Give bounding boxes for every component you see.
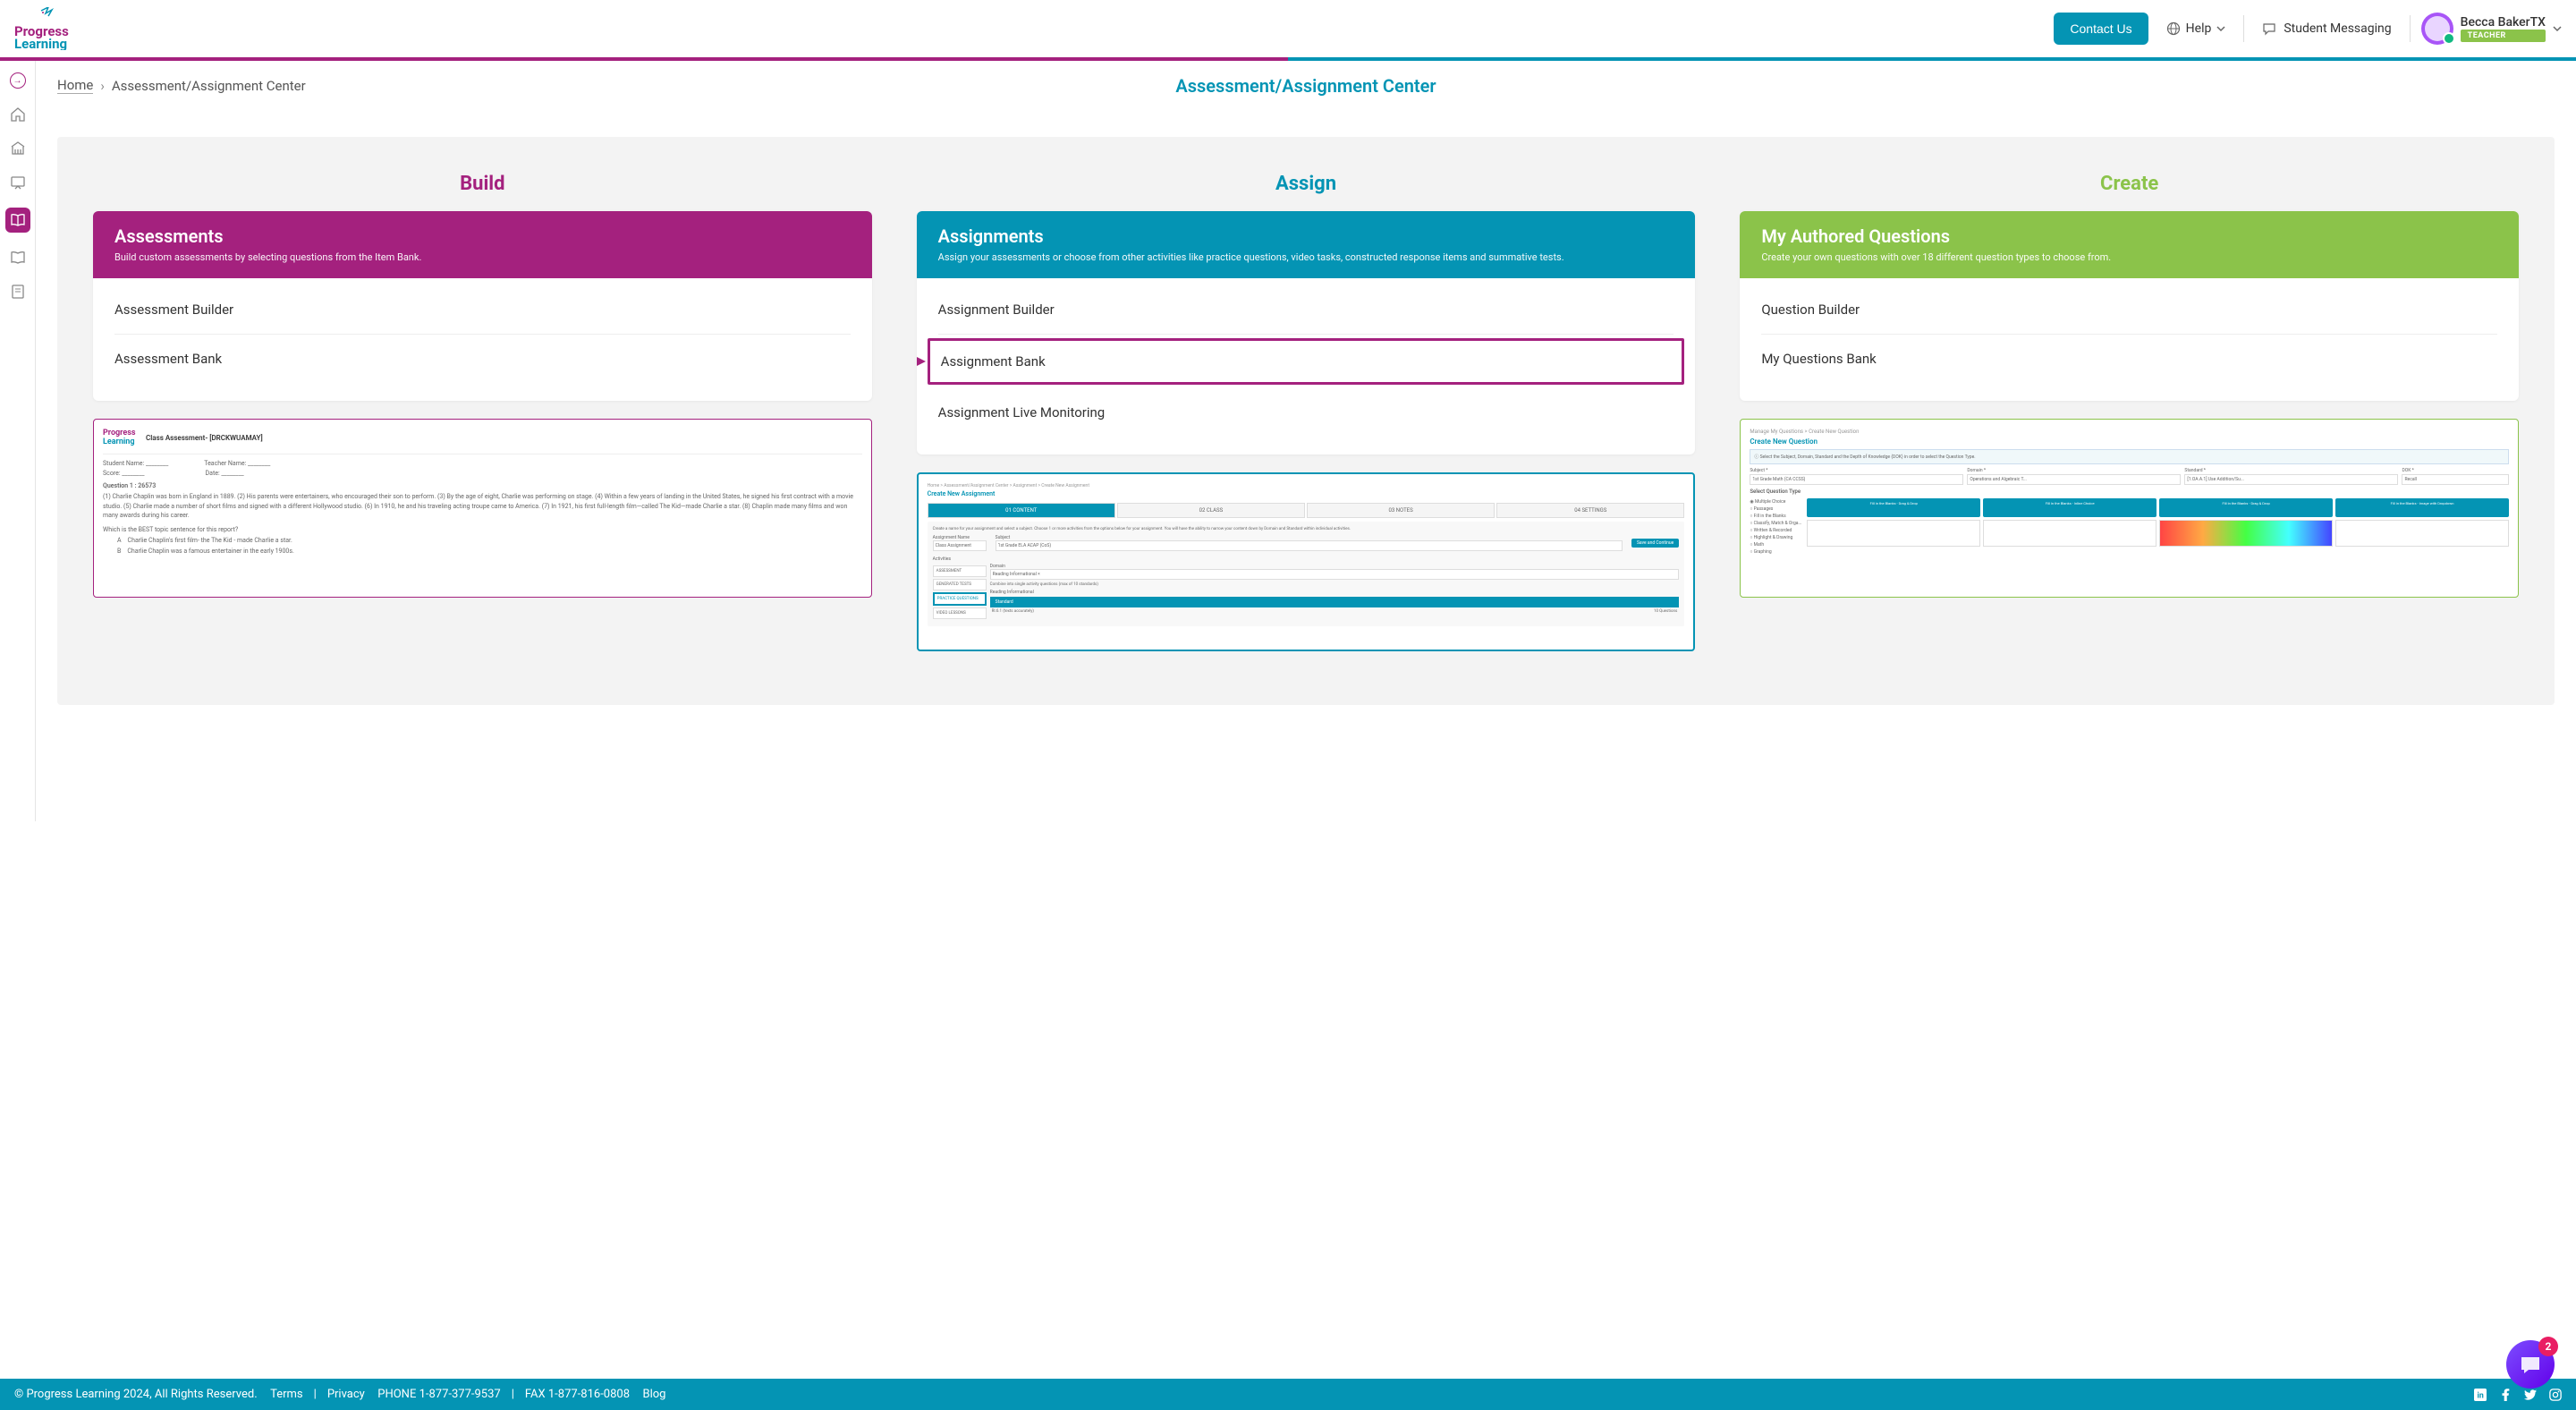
assignments-card-header: Assignments Assign your assessments or c…	[917, 211, 1696, 278]
build-column: Build Assessments Build custom assessmen…	[93, 173, 872, 651]
terms-link[interactable]: Terms	[270, 1388, 303, 1401]
blog-link[interactable]: Blog	[642, 1388, 665, 1401]
chat-widget-icon	[2518, 1352, 2543, 1377]
privacy-link[interactable]: Privacy	[327, 1388, 365, 1401]
report-icon[interactable]	[9, 283, 27, 301]
help-label: Help	[2186, 21, 2212, 36]
assessment-bank-link[interactable]: Assessment Bank	[114, 335, 851, 383]
help-dropdown[interactable]: Help	[2159, 14, 2233, 43]
student-messaging-link[interactable]: Student Messaging	[2255, 14, 2398, 43]
header: Progress Learning Contact Us Help Studen…	[0, 0, 2576, 57]
chat-widget[interactable]: 2	[2506, 1340, 2555, 1389]
svg-text:Learning: Learning	[14, 36, 67, 50]
create-column: Create My Authored Questions Create your…	[1740, 173, 2519, 651]
phone: PHONE 1-877-377-9537	[377, 1388, 500, 1401]
header-right: Contact Us Help Student Messaging Becca …	[2054, 13, 2562, 45]
arrow-annotation	[917, 348, 926, 375]
my-questions-bank-link[interactable]: My Questions Bank	[1761, 335, 2497, 383]
sidebar-expand-icon[interactable]: →	[9, 72, 27, 89]
book-open-icon[interactable]	[5, 208, 30, 233]
chat-badge: 2	[2538, 1337, 2558, 1356]
card-description: Assign your assessments or choose from o…	[938, 251, 1674, 264]
content-container: Build Assessments Build custom assessmen…	[57, 137, 2555, 705]
messaging-label: Student Messaging	[2284, 21, 2391, 36]
create-preview: Manage My Questions > Create New Questio…	[1740, 419, 2519, 598]
assignments-card: Assignments Assign your assessments or c…	[917, 211, 1696, 454]
main-content: Home › Assessment/Assignment Center Asse…	[36, 61, 2576, 821]
question-builder-link[interactable]: Question Builder	[1761, 285, 2497, 335]
assessments-card: Assessments Build custom assessments by …	[93, 211, 872, 401]
globe-icon	[2166, 21, 2181, 36]
assignment-builder-link[interactable]: Assignment Builder	[938, 285, 1674, 335]
page-title: Assessment/Assignment Center	[1175, 75, 1436, 97]
book-icon[interactable]	[9, 249, 27, 267]
divider	[2410, 15, 2411, 42]
logo[interactable]: Progress Learning	[14, 7, 77, 50]
breadcrumb: Home › Assessment/Assignment Center	[57, 77, 306, 94]
footer-social: in	[2474, 1389, 2562, 1401]
build-preview: ProgressLearning Class Assessment- [DRCK…	[93, 419, 872, 598]
sidebar: →	[0, 61, 36, 821]
build-title: Build	[93, 173, 872, 195]
breadcrumb-row: Home › Assessment/Assignment Center Asse…	[36, 61, 2576, 110]
chevron-down-icon	[2553, 24, 2562, 33]
user-info: Becca BakerTX TEACHER	[2461, 15, 2546, 42]
presentation-icon[interactable]	[9, 174, 27, 191]
user-menu[interactable]: Becca BakerTX TEACHER	[2421, 13, 2562, 45]
breadcrumb-separator: ›	[100, 78, 105, 94]
svg-text:in: in	[2478, 1391, 2484, 1400]
chat-icon	[2262, 21, 2276, 36]
assign-column: Assign Assignments Assign your assessmen…	[917, 173, 1696, 651]
card-description: Create your own questions with over 18 d…	[1761, 251, 2497, 264]
footer: © Progress Learning 2024, All Rights Res…	[0, 1379, 2576, 1410]
authored-questions-card-header: My Authored Questions Create your own qu…	[1740, 211, 2519, 278]
card-title: My Authored Questions	[1761, 225, 2497, 247]
user-role-badge: TEACHER	[2461, 30, 2546, 42]
facebook-icon[interactable]	[2499, 1389, 2512, 1401]
assessments-card-header: Assessments Build custom assessments by …	[93, 211, 872, 278]
avatar	[2421, 13, 2453, 45]
breadcrumb-current: Assessment/Assignment Center	[112, 78, 306, 94]
card-title: Assessments	[114, 225, 851, 247]
card-description: Build custom assessments by selecting qu…	[114, 251, 851, 264]
card-title: Assignments	[938, 225, 1674, 247]
assignment-bank-link[interactable]: Assignment Bank	[928, 338, 1685, 385]
fax: FAX 1-877-816-0808	[525, 1388, 630, 1401]
user-name: Becca BakerTX	[2461, 15, 2546, 30]
assessment-builder-link[interactable]: Assessment Builder	[114, 285, 851, 335]
assignment-live-monitoring-link[interactable]: Assignment Live Monitoring	[938, 388, 1674, 437]
breadcrumb-home[interactable]: Home	[57, 77, 93, 94]
assign-title: Assign	[917, 173, 1696, 195]
copyright: © Progress Learning 2024, All Rights Res…	[14, 1388, 258, 1401]
authored-questions-card: My Authored Questions Create your own qu…	[1740, 211, 2519, 401]
progress-learning-logo: Progress Learning	[14, 7, 77, 50]
linkedin-icon[interactable]: in	[2474, 1389, 2487, 1401]
home-icon[interactable]	[9, 106, 27, 123]
create-title: Create	[1740, 173, 2519, 195]
chevron-down-icon	[2216, 24, 2225, 33]
divider	[2243, 15, 2244, 42]
assign-preview: Home > Assessment/Assignment Center > As…	[917, 472, 1696, 651]
twitter-icon[interactable]	[2524, 1389, 2537, 1401]
instagram-icon[interactable]	[2549, 1389, 2562, 1401]
school-icon[interactable]	[9, 140, 27, 157]
contact-us-button[interactable]: Contact Us	[2054, 13, 2148, 45]
